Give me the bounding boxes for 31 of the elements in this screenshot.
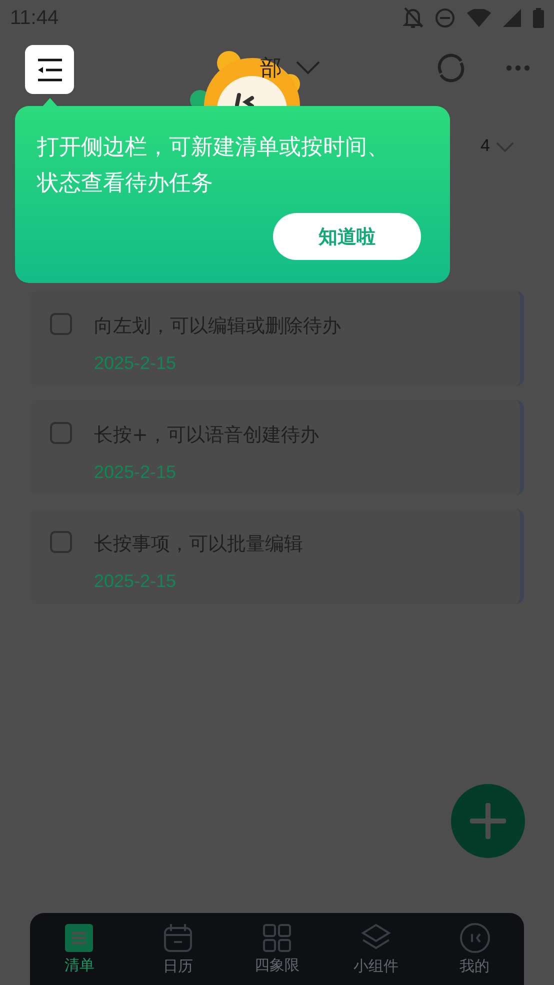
bell-off-icon xyxy=(403,7,423,29)
nav-tab[interactable]: 日历 xyxy=(128,913,228,985)
nav-tab[interactable]: 小组件 xyxy=(326,913,426,985)
sidebar-button[interactable] xyxy=(25,45,74,94)
checkbox[interactable] xyxy=(50,422,72,444)
checkbox[interactable] xyxy=(50,313,72,335)
task-date: 2025-2-15 xyxy=(94,353,178,374)
tooltip-text: 打开侧边栏，可新建清单或按时间、状态查看待办任务 xyxy=(37,134,390,198)
signal-icon xyxy=(503,9,521,27)
task-date: 2025-2-15 xyxy=(94,462,178,483)
sync-icon[interactable] xyxy=(436,53,466,83)
checkbox[interactable] xyxy=(50,531,72,553)
plus-icon xyxy=(470,803,506,839)
do-not-disturb-icon xyxy=(435,8,455,28)
face-icon xyxy=(460,922,490,952)
nav-tab[interactable]: 清单 xyxy=(30,913,129,985)
nav-tab[interactable]: 四象限 xyxy=(228,913,326,985)
menu-icon xyxy=(36,58,64,82)
grid-icon xyxy=(262,924,291,952)
list-title[interactable]: 部 xyxy=(260,53,282,83)
got-it-button[interactable]: 知道啦 xyxy=(273,213,421,260)
wifi-icon xyxy=(467,9,491,27)
chevron-down-icon[interactable] xyxy=(296,61,320,75)
task-date: 2025-2-15 xyxy=(94,571,178,592)
task-count: 4 xyxy=(480,136,490,156)
battery-icon xyxy=(533,8,544,28)
nav-tab[interactable]: 我的 xyxy=(425,913,524,985)
chevron-down-icon[interactable] xyxy=(496,142,514,152)
calendar-icon xyxy=(163,922,194,952)
list-icon xyxy=(65,924,94,952)
more-icon[interactable] xyxy=(506,65,530,71)
